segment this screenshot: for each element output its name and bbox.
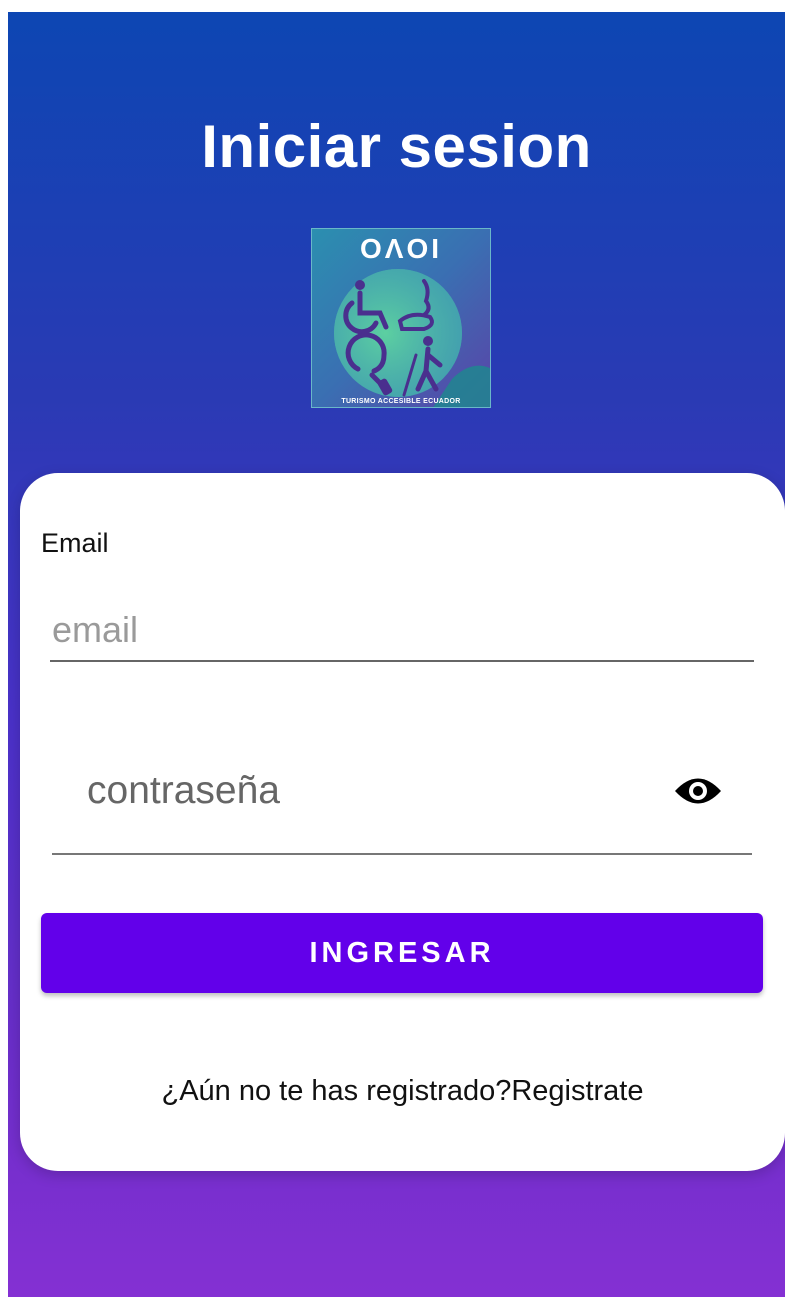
- toggle-password-visibility-button[interactable]: [670, 769, 726, 813]
- login-button[interactable]: INGRESAR: [41, 913, 763, 993]
- eye-icon: [675, 778, 721, 804]
- password-field[interactable]: [87, 756, 647, 826]
- page-title: Iniciar sesion: [201, 113, 592, 180]
- logo-subtitle: TURISMO ACCESIBLE ECUADOR: [341, 398, 461, 405]
- email-label: Email: [41, 528, 109, 558]
- register-link[interactable]: ¿Aún no te has registrado?Registrate: [20, 1075, 785, 1108]
- login-card: Email INGRESAR ¿Aún no te has registrado…: [20, 473, 785, 1171]
- email-field[interactable]: [50, 600, 754, 662]
- login-screen: Iniciar sesion ОΛОΙ TURISMO ACCESIBLE EC…: [8, 12, 785, 1297]
- password-underline: [52, 853, 752, 855]
- app-logo: ОΛОΙ TURISMO ACCESIBLE ECUADOR: [311, 228, 491, 408]
